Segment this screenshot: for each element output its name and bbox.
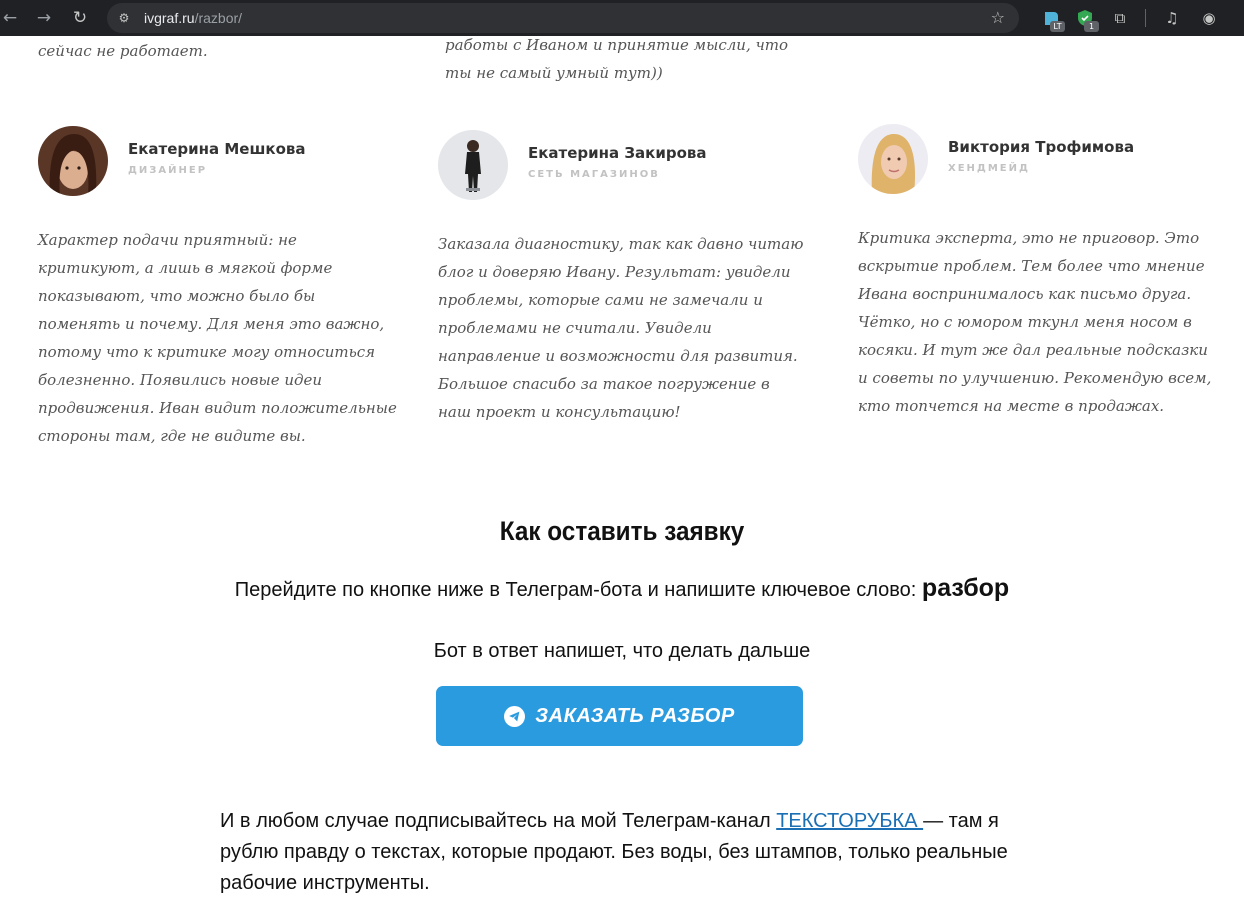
telegram-channel-link[interactable]: ТЕКСТОРУБКА [776, 810, 923, 832]
review-author-name: Виктория Трофимова [948, 138, 1135, 156]
review-author-role: ДИЗАЙНЕР [128, 165, 208, 176]
url-path: /razbor/ [194, 10, 243, 26]
review-author-role: ХЕНДМЕЙД [948, 163, 1030, 174]
bot-note: Бот в ответ напишет, что делать дальше [433, 640, 811, 662]
avatar [38, 126, 108, 196]
reload-icon[interactable]: ↻ [68, 6, 92, 30]
extension-shield-icon[interactable]: 1 [1075, 8, 1099, 32]
review-fragment-left: сейчас не работает. [38, 42, 208, 60]
extension-languagetool-icon[interactable]: LT [1041, 8, 1065, 32]
keyword: разбор [921, 574, 1010, 602]
review-text: Характер подачи приятный: не критикуют, … [38, 231, 397, 445]
media-controls-icon[interactable]: ♫ [1160, 6, 1184, 30]
extension-badge: LT [1050, 21, 1065, 32]
avatar [438, 130, 508, 200]
review-text: Критика эксперта, это не приговор. Это в… [858, 229, 1212, 415]
review-author-name: Екатерина Закирова [528, 144, 707, 162]
order-review-button[interactable]: ЗАКАЗАТЬ РАЗБОР [436, 686, 803, 746]
review-text: Заказала диагностику, так как давно чита… [438, 235, 804, 421]
review-fragment-middle-line1: работы с Иваном и принятие мысли, что [445, 36, 789, 54]
subscribe-paragraph: И в любом случае подписывайтесь на мой Т… [220, 806, 1020, 899]
bookmark-star-icon[interactable]: ☆ [991, 8, 1005, 28]
url-host: ivgraf.ru [144, 10, 195, 26]
profile-icon[interactable]: ◉ [1197, 6, 1221, 30]
url-text[interactable]: ivgraf.ru/razbor/ [144, 9, 242, 27]
review-fragment-middle-line2: ты не самый умный тут)) [445, 64, 663, 82]
telegram-icon [504, 705, 526, 727]
address-bar[interactable]: ⚙ ivgraf.ru/razbor/ ☆ [107, 3, 1019, 33]
review-author-name: Екатерина Мешкова [128, 140, 306, 158]
section-title: Как оставить заявку [499, 516, 745, 546]
extensions-puzzle-icon[interactable]: ⧉ [1108, 6, 1132, 30]
subscribe-text-before: И в любом случае подписывайтесь на мой Т… [220, 810, 777, 832]
avatar [858, 124, 928, 194]
order-review-button-label: ЗАКАЗАТЬ РАЗБОР [535, 704, 735, 727]
site-info-icon[interactable]: ⚙ [116, 10, 132, 26]
instruction-lead: Перейдите по кнопке ниже в Телеграм-бота… [234, 579, 922, 601]
forward-icon[interactable]: → [32, 6, 56, 30]
review-author-role: СЕТЬ МАГАЗИНОВ [528, 169, 660, 180]
back-icon[interactable]: ← [0, 6, 22, 30]
instruction-text: Перейдите по кнопке ниже в Телеграм-бота… [0, 571, 1244, 607]
extension-badge: 1 [1084, 21, 1099, 32]
toolbar-divider [1145, 9, 1146, 27]
